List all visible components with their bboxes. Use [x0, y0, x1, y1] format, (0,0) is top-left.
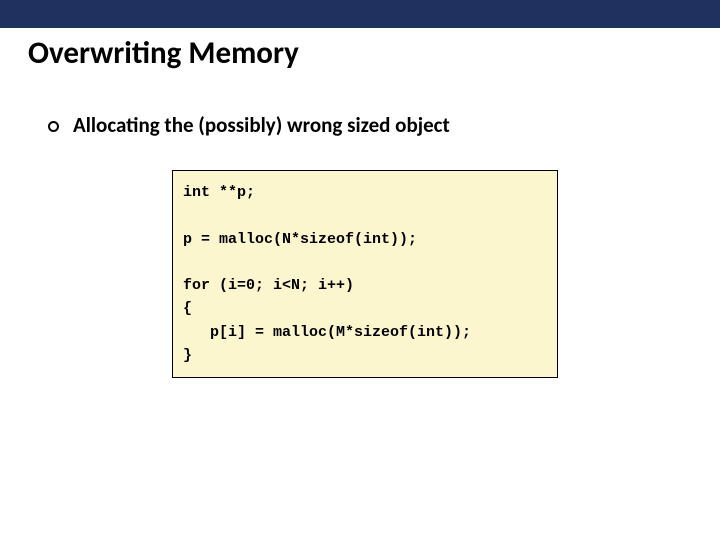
header-band: [0, 0, 720, 28]
bullet-text: Allocating the (possibly) wrong sized ob…: [73, 112, 450, 138]
code-block: int **p; p = malloc(N*sizeof(int)); for …: [172, 170, 558, 378]
bullet-item: Allocating the (possibly) wrong sized ob…: [48, 112, 450, 138]
circle-bullet-icon: [48, 121, 59, 132]
slide-title: Overwriting Memory: [28, 34, 299, 72]
